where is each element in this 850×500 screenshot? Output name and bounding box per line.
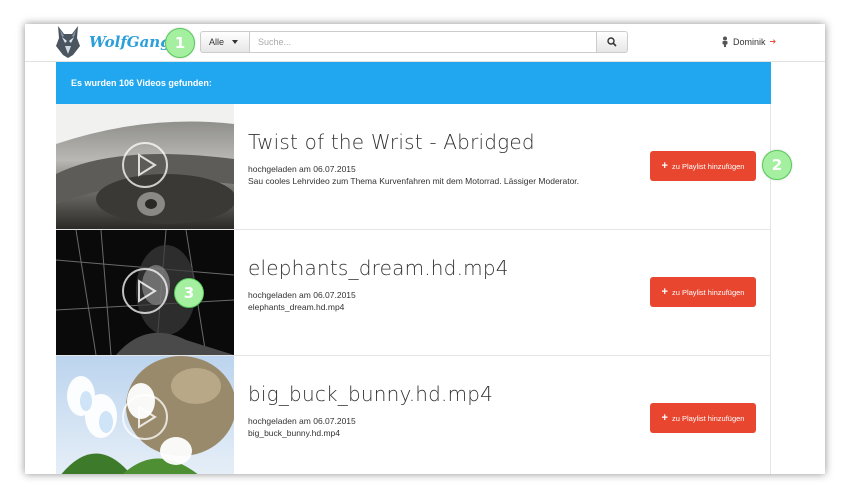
video-description: Sau cooles Lehrvideo zum Thema Kurvenfah…	[248, 176, 580, 186]
logout-icon[interactable]: ➔	[770, 37, 777, 46]
upload-date: hochgeladen am 06.07.2015	[248, 416, 356, 426]
play-icon[interactable]	[122, 394, 168, 440]
video-title[interactable]: elephants_dream.hd.mp4	[248, 256, 509, 280]
annotation-badge-3: 3	[174, 278, 204, 308]
search-bar: Alle	[200, 31, 628, 53]
annotation-badge-1: 1	[165, 28, 195, 58]
video-meta: hochgeladen am 06.07.2015 big_buck_bunny…	[248, 415, 356, 439]
add-to-playlist-button[interactable]: + zu Playlist hinzufügen	[650, 151, 756, 181]
results-count-text: Es wurden 106 Videos gefunden:	[71, 78, 212, 88]
video-thumbnail[interactable]	[56, 104, 234, 229]
plus-icon: +	[661, 412, 668, 424]
add-to-playlist-label: zu Playlist hinzufügen	[671, 287, 745, 297]
video-title[interactable]: Twist of the Wrist - Abridged	[248, 130, 535, 154]
search-input[interactable]	[250, 31, 596, 53]
video-meta: hochgeladen am 06.07.2015 Sau cooles Leh…	[248, 163, 579, 187]
brand-name[interactable]: WolfGang	[89, 33, 171, 51]
upload-date: hochgeladen am 06.07.2015	[248, 290, 356, 300]
results-banner: Es wurden 106 Videos gefunden:	[56, 62, 771, 104]
upload-date: hochgeladen am 06.07.2015	[248, 164, 356, 174]
video-meta: hochgeladen am 06.07.2015 elephants_drea…	[248, 289, 356, 313]
caret-down-icon	[232, 40, 239, 44]
add-to-playlist-button[interactable]: + zu Playlist hinzufügen	[650, 403, 756, 433]
plus-icon: +	[661, 286, 668, 298]
user-name: Dominik	[733, 36, 766, 47]
user-icon	[722, 36, 728, 47]
video-description: big_buck_bunny.hd.mp4	[248, 428, 340, 438]
video-list: Twist of the Wrist - Abridged hochgelade…	[56, 104, 792, 474]
video-thumbnail[interactable]	[56, 356, 234, 474]
wolf-logo-icon[interactable]	[55, 24, 81, 58]
annotation-badge-2: 2	[762, 150, 792, 180]
user-menu[interactable]: Dominik ➔	[721, 36, 776, 47]
search-button[interactable]	[596, 31, 628, 53]
search-category-dropdown[interactable]: Alle	[200, 31, 250, 53]
add-to-playlist-button[interactable]: + zu Playlist hinzufügen	[650, 277, 756, 307]
app-window: WolfGang 1 Alle Dominik ➔	[25, 24, 825, 474]
play-icon[interactable]	[122, 268, 168, 314]
navbar: WolfGang 1 Alle Dominik ➔	[25, 24, 825, 62]
add-to-playlist-label: zu Playlist hinzufügen	[671, 161, 745, 171]
video-description: elephants_dream.hd.mp4	[248, 302, 345, 312]
search-category-label: Alle	[209, 37, 225, 47]
search-icon	[607, 37, 617, 47]
video-thumbnail[interactable]: 3	[56, 230, 234, 355]
play-icon[interactable]	[122, 142, 168, 188]
add-to-playlist-label: zu Playlist hinzufügen	[671, 413, 745, 423]
video-item: Twist of the Wrist - Abridged hochgelade…	[56, 104, 792, 230]
video-title[interactable]: big_buck_bunny.hd.mp4	[248, 382, 493, 406]
video-item: 3 elephants_dream.hd.mp4 hochgeladen am …	[56, 230, 770, 356]
video-item: big_buck_bunny.hd.mp4 hochgeladen am 06.…	[56, 356, 770, 474]
plus-icon: +	[661, 160, 668, 172]
